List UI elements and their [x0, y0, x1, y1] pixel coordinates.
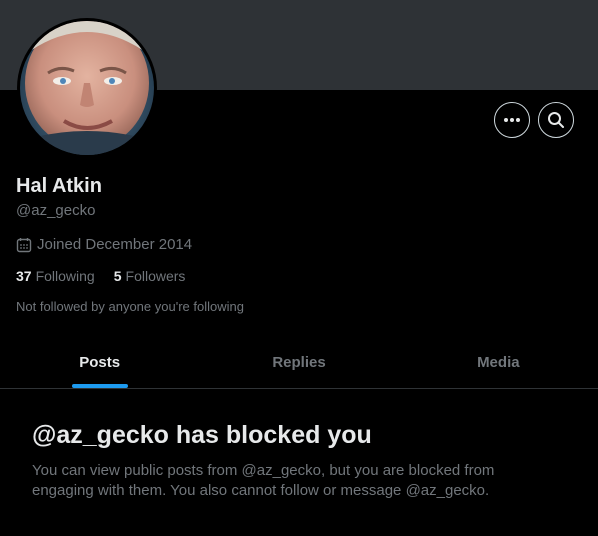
profile-tabs: Posts Replies Media [0, 337, 598, 389]
followers-label: Followers [125, 268, 186, 284]
followers-link[interactable]: 5 Followers [114, 268, 186, 284]
calendar-icon [16, 237, 32, 252]
not-followed-note: Not followed by anyone you're following [16, 299, 244, 314]
tab-media[interactable]: Media [399, 337, 598, 388]
blocked-message: You can view public posts from @az_gecko… [32, 462, 495, 499]
tab-media-label: Media [477, 354, 520, 371]
avatar[interactable] [17, 18, 157, 158]
following-label: Following [35, 268, 95, 284]
tab-posts-label: Posts [79, 354, 121, 371]
tab-replies[interactable]: Replies [199, 337, 398, 388]
joined-date: Joined December 2014 [16, 236, 192, 253]
following-count: 37 [16, 268, 32, 284]
display-name: Hal Atkin [16, 175, 102, 197]
follow-stats: 37 Following 5 Followers [16, 268, 204, 284]
tab-posts[interactable]: Posts [0, 337, 199, 388]
following-link[interactable]: 37 Following [16, 268, 95, 284]
search-button[interactable] [538, 102, 574, 138]
user-handle: @az_gecko [16, 202, 96, 219]
search-icon [548, 112, 564, 128]
more-icon [504, 118, 520, 122]
followers-count: 5 [113, 268, 122, 284]
joined-label: Joined December 2014 [37, 236, 193, 253]
active-tab-indicator [71, 384, 128, 388]
blocked-title: @az_gecko has blocked you [32, 421, 372, 449]
avatar-image [20, 21, 154, 155]
tab-replies-label: Replies [272, 354, 326, 371]
more-options-button[interactable] [494, 102, 530, 138]
